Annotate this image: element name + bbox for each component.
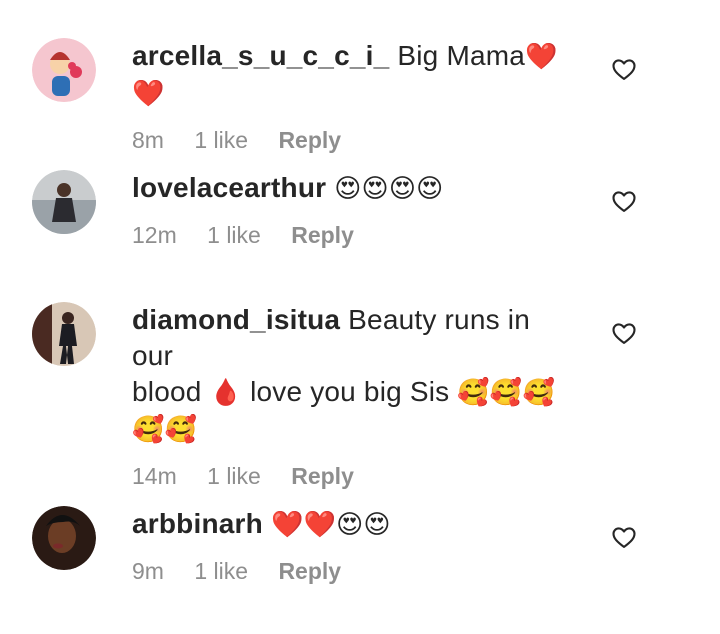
comment-text-line2: blood 🩸 love you big Sis 🥰🥰🥰 [132,374,572,411]
blood-drop-icon: 🩸 [209,378,243,408]
comment-username[interactable]: diamond_isitua [132,304,340,335]
comment-message: Big Mama [397,40,526,71]
comment-message-line2: blood [132,376,202,407]
comment-message-line2b: love you big Sis [250,376,450,407]
comment-body: lovelacearthur 😍😍😍😍 12m 1 like Reply [132,170,572,249]
comment-emojis: 😍😍😍😍 [334,174,444,204]
comment-time: 12m [132,222,177,248]
heart-outline-icon [612,59,636,80]
reply-button[interactable]: Reply [291,463,354,489]
like-button[interactable] [610,523,638,551]
avatar[interactable] [32,506,96,570]
comment-time: 14m [132,463,177,489]
comment-username[interactable]: arcella_s_u_c_c_i_ [132,40,389,71]
comment-body: arcella_s_u_c_c_i_ Big Mama❤️❤️ 8m 1 like… [132,38,572,154]
reply-button[interactable]: Reply [278,558,341,584]
like-button[interactable] [610,55,638,83]
comment-meta: 8m 1 like Reply [132,126,572,154]
comment-likes[interactable]: 1 like [194,558,248,584]
comment-text-line3: 🥰🥰 [132,411,572,448]
comment-text: lovelacearthur 😍😍😍😍 [132,170,572,207]
comment-likes[interactable]: 1 like [207,463,261,489]
comments-list: arcella_s_u_c_c_i_ Big Mama❤️❤️ 8m 1 like… [0,0,720,634]
comment-body: diamond_isitua Beauty runs in our blood 🩸… [132,302,572,490]
heart-outline-icon [612,323,636,344]
comment-meta: 9m 1 like Reply [132,557,572,585]
comment-meta: 12m 1 like Reply [132,221,572,249]
avatar[interactable] [32,170,96,234]
comment-body: arbbinarh ❤️❤️😍😍 9m 1 like Reply [132,506,572,585]
like-button[interactable] [610,319,638,347]
reply-button[interactable]: Reply [291,222,354,248]
comment-username[interactable]: lovelacearthur [132,172,326,203]
heart-outline-icon [612,191,636,212]
comment-time: 8m [132,127,164,153]
comment-time: 9m [132,558,164,584]
comment-emojis: 🥰🥰 [132,415,198,445]
comment-text: diamond_isitua Beauty runs in our [132,302,572,374]
like-button[interactable] [610,187,638,215]
comment-likes[interactable]: 1 like [194,127,248,153]
avatar[interactable] [32,38,96,102]
comment-meta: 14m 1 like Reply [132,462,572,490]
comment-username[interactable]: arbbinarh [132,508,263,539]
comment-text: arcella_s_u_c_c_i_ Big Mama❤️❤️ [132,38,572,112]
comment-text: arbbinarh ❤️❤️😍😍 [132,506,572,543]
comment-emojis: ❤️❤️😍😍 [270,510,391,540]
reply-button[interactable]: Reply [278,127,341,153]
avatar[interactable] [32,302,96,366]
heart-outline-icon [612,527,636,548]
comment-emojis: 🥰🥰🥰 [457,378,556,408]
comment-likes[interactable]: 1 like [207,222,261,248]
